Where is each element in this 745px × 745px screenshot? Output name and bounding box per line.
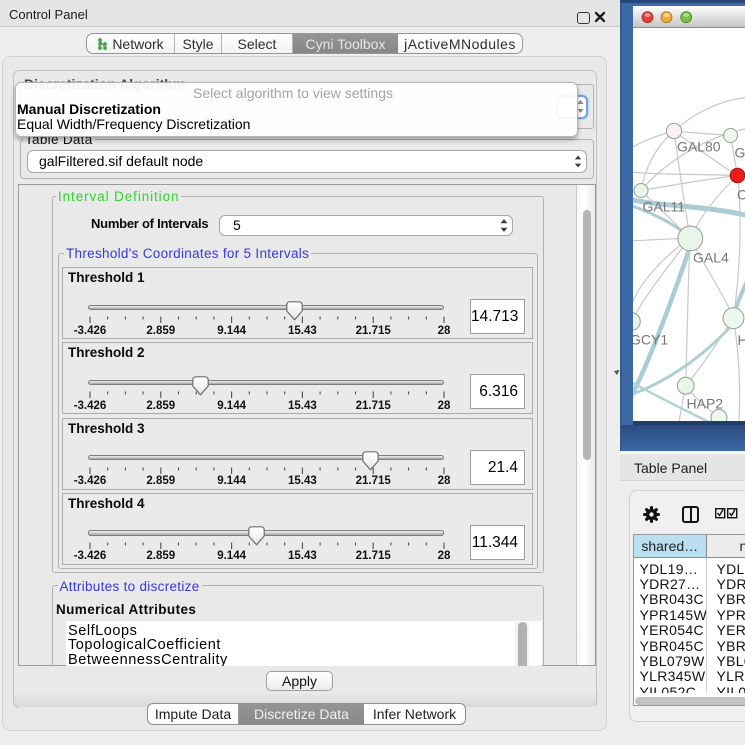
svg-text:C: C xyxy=(737,186,745,202)
svg-text:GCY1: GCY1 xyxy=(633,331,668,347)
svg-text:GAL80: GAL80 xyxy=(677,138,721,154)
svg-text:HAP2: HAP2 xyxy=(687,395,724,411)
svg-text:GAL11: GAL11 xyxy=(643,198,686,214)
svg-text:GA: GA xyxy=(735,144,745,160)
svg-text:H: H xyxy=(738,332,745,348)
svg-text:GAL4: GAL4 xyxy=(693,249,729,265)
